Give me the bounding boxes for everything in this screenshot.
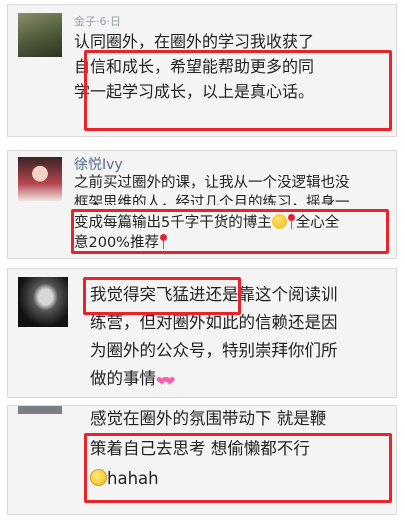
hearts-icon: ❤❤ (156, 374, 175, 390)
comment-card-1: 金子·6·日 认同圈外，在圈外的学习我收获了 自信和成长，希望能帮助更多的同 学… (7, 4, 397, 137)
comment-line: 为圈外的公众号，特别崇拜你们所 (90, 341, 338, 360)
comment-line: hahah (90, 464, 388, 494)
rose-icon (287, 214, 296, 229)
comment-line: 变成每篇输出5千字干货的博主 全心全 (74, 214, 340, 231)
comment-line: 我觉得突飞猛进还是靠这个阅读训 (90, 285, 338, 304)
comment-line: 做的事情❤❤ (90, 365, 388, 393)
avatar-man-bw-icon[interactable] (18, 277, 68, 327)
comment-text: 感觉在圈外的氛围带动下 就是鞭 策着自己去思考 想偷懒都不行 hahah (90, 404, 388, 494)
commenter-name[interactable]: 金子·6·日 (74, 13, 121, 29)
comment-line: 策着自己去思考 想偷懒都不行 (90, 439, 310, 458)
comment-line: 练营，但对圈外如此的信赖还是因 (90, 313, 338, 332)
comment-line: 框架思维的人，经过几个月的练习，摇身一 (74, 195, 350, 205)
comment-card-3: 我觉得突飞猛进还是靠这个阅读训 练营，但对圈外如此的信赖还是因 为圈外的公众号，… (7, 268, 397, 398)
avatar-partial-icon[interactable] (18, 406, 62, 414)
comment-line: 意200%推荐 (74, 233, 388, 253)
comment-line: 感觉在圈外的氛围带动下 就是鞭 (90, 409, 327, 426)
smile-icon (90, 469, 107, 486)
comment-line: 认同圈外，在圈外的学习我收获了 (74, 32, 315, 51)
comment-card-2: 徐悦Ivy 之前买过圈外的课，让我从一个没逻辑也没 框架思维的人，经过几个月的练… (7, 150, 397, 259)
comment-line: 自信和成长，希望能帮助更多的同 (74, 57, 315, 76)
comment-card-4: 感觉在圈外的氛围带动下 就是鞭 策着自己去思考 想偷懒都不行 hahah (7, 405, 397, 515)
gold-coin-icon (271, 214, 287, 229)
comment-text: 我觉得突飞猛进还是靠这个阅读训 练营，但对圈外如此的信赖还是因 为圈外的公众号，… (90, 281, 388, 393)
avatar-woman-icon[interactable] (18, 157, 62, 201)
comment-text: 认同圈外，在圈外的学习我收获了 自信和成长，希望能帮助更多的同 学一起学习成长，… (74, 29, 388, 104)
comment-text: 之前买过圈外的课，让我从一个没逻辑也没 框架思维的人，经过几个月的练习，摇身一 … (74, 173, 388, 253)
comment-line: 学一起学习成长，以上是真心话。 (74, 82, 315, 101)
rose-icon (159, 234, 168, 249)
avatar-landscape-icon[interactable] (18, 13, 62, 57)
commenter-name[interactable]: 徐悦Ivy (74, 154, 123, 174)
comment-line: 之前买过圈外的课，让我从一个没逻辑也没 (74, 175, 350, 191)
